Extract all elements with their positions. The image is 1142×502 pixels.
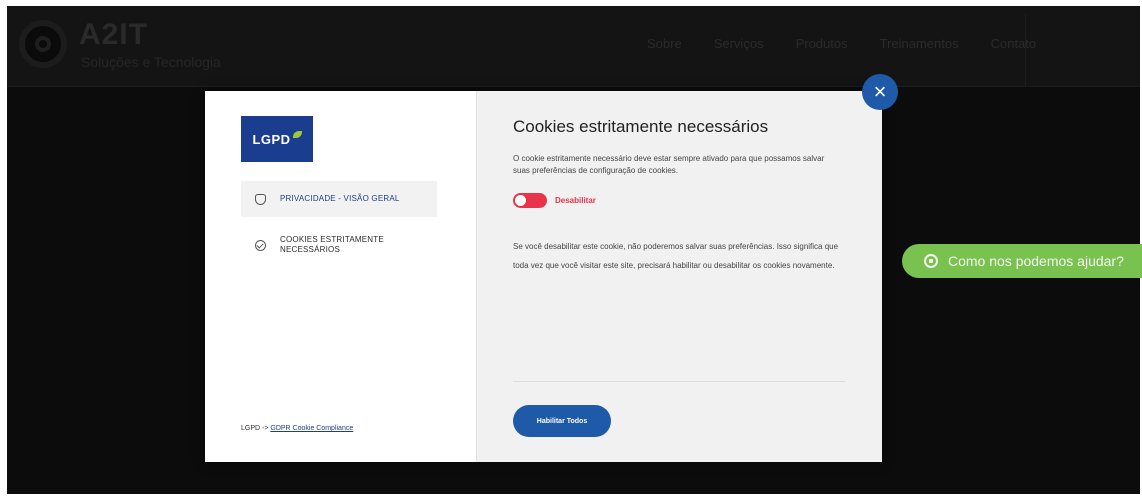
site-brand-subtitle: Soluções e Tecnologia [81,54,221,70]
lgpd-logo: LGPD [241,116,313,162]
check-circle-icon [255,239,266,251]
site-brand[interactable]: A2IT [79,18,148,52]
site-header: A2IT Soluções e Tecnologia Sobre Serviço… [7,6,1140,87]
lgpd-logo-text: LGPD [252,131,291,147]
lgpd-leaf-icon [292,130,302,138]
gdpr-compliance-link[interactable]: GDPR Cookie Compliance [270,425,353,432]
modal-sidebar: LGPD PRIVACIDADE - VISÃO GERAL COOKIES E… [205,91,476,462]
whatsapp-label: Como nos podemos ajudar? [948,253,1124,269]
section-title: Cookies estritamente necessários [513,117,769,136]
nav-item-servicos[interactable]: Serviços [714,36,764,51]
whatsapp-icon [924,254,938,268]
enable-all-button[interactable]: Habilitar Todos [513,405,611,437]
toggle-label: Desabilitar [555,196,596,205]
sidebar-item-strict-cookies[interactable]: COOKIES ESTRITAMENTE NECESSÁRIOS [241,227,437,263]
footer-prefix: LGPD -> [241,425,271,432]
site-logo-icon[interactable] [19,20,67,68]
close-icon[interactable]: × [862,74,898,110]
sidebar-item-privacy-overview[interactable]: PRIVACIDADE - VISÃO GERAL [241,181,437,217]
nav-item-produtos[interactable]: Produtos [796,36,848,51]
nav-item-sobre[interactable]: Sobre [647,36,682,51]
sidebar-item-label: PRIVACIDADE - VISÃO GERAL [280,194,400,203]
shield-icon [255,193,266,205]
nav-item-treinamentos[interactable]: Treinamentos [880,36,959,51]
section-description: O cookie estritamente necessário deve es… [513,154,825,175]
nav-item-contato[interactable]: Contato [991,36,1037,51]
strict-cookie-toggle-row: Desabilitar [513,193,596,208]
content-divider [513,381,845,382]
modal-footer: LGPD -> GDPR Cookie Compliance [241,425,353,432]
modal-content: Cookies estritamente necessários O cooki… [476,91,882,462]
strict-cookie-toggle[interactable] [513,193,547,208]
sidebar-item-label: COOKIES ESTRITAMENTE NECESSÁRIOS [280,235,384,254]
header-divider [1025,14,1026,86]
cookie-settings-modal: LGPD PRIVACIDADE - VISÃO GERAL COOKIES E… [205,91,882,462]
section-info: Se você desabilitar este cookie, não pod… [513,242,839,270]
site-nav: Sobre Serviços Produtos Treinamentos Con… [647,36,1036,51]
whatsapp-chat-button[interactable]: Como nos podemos ajudar? [902,244,1142,278]
